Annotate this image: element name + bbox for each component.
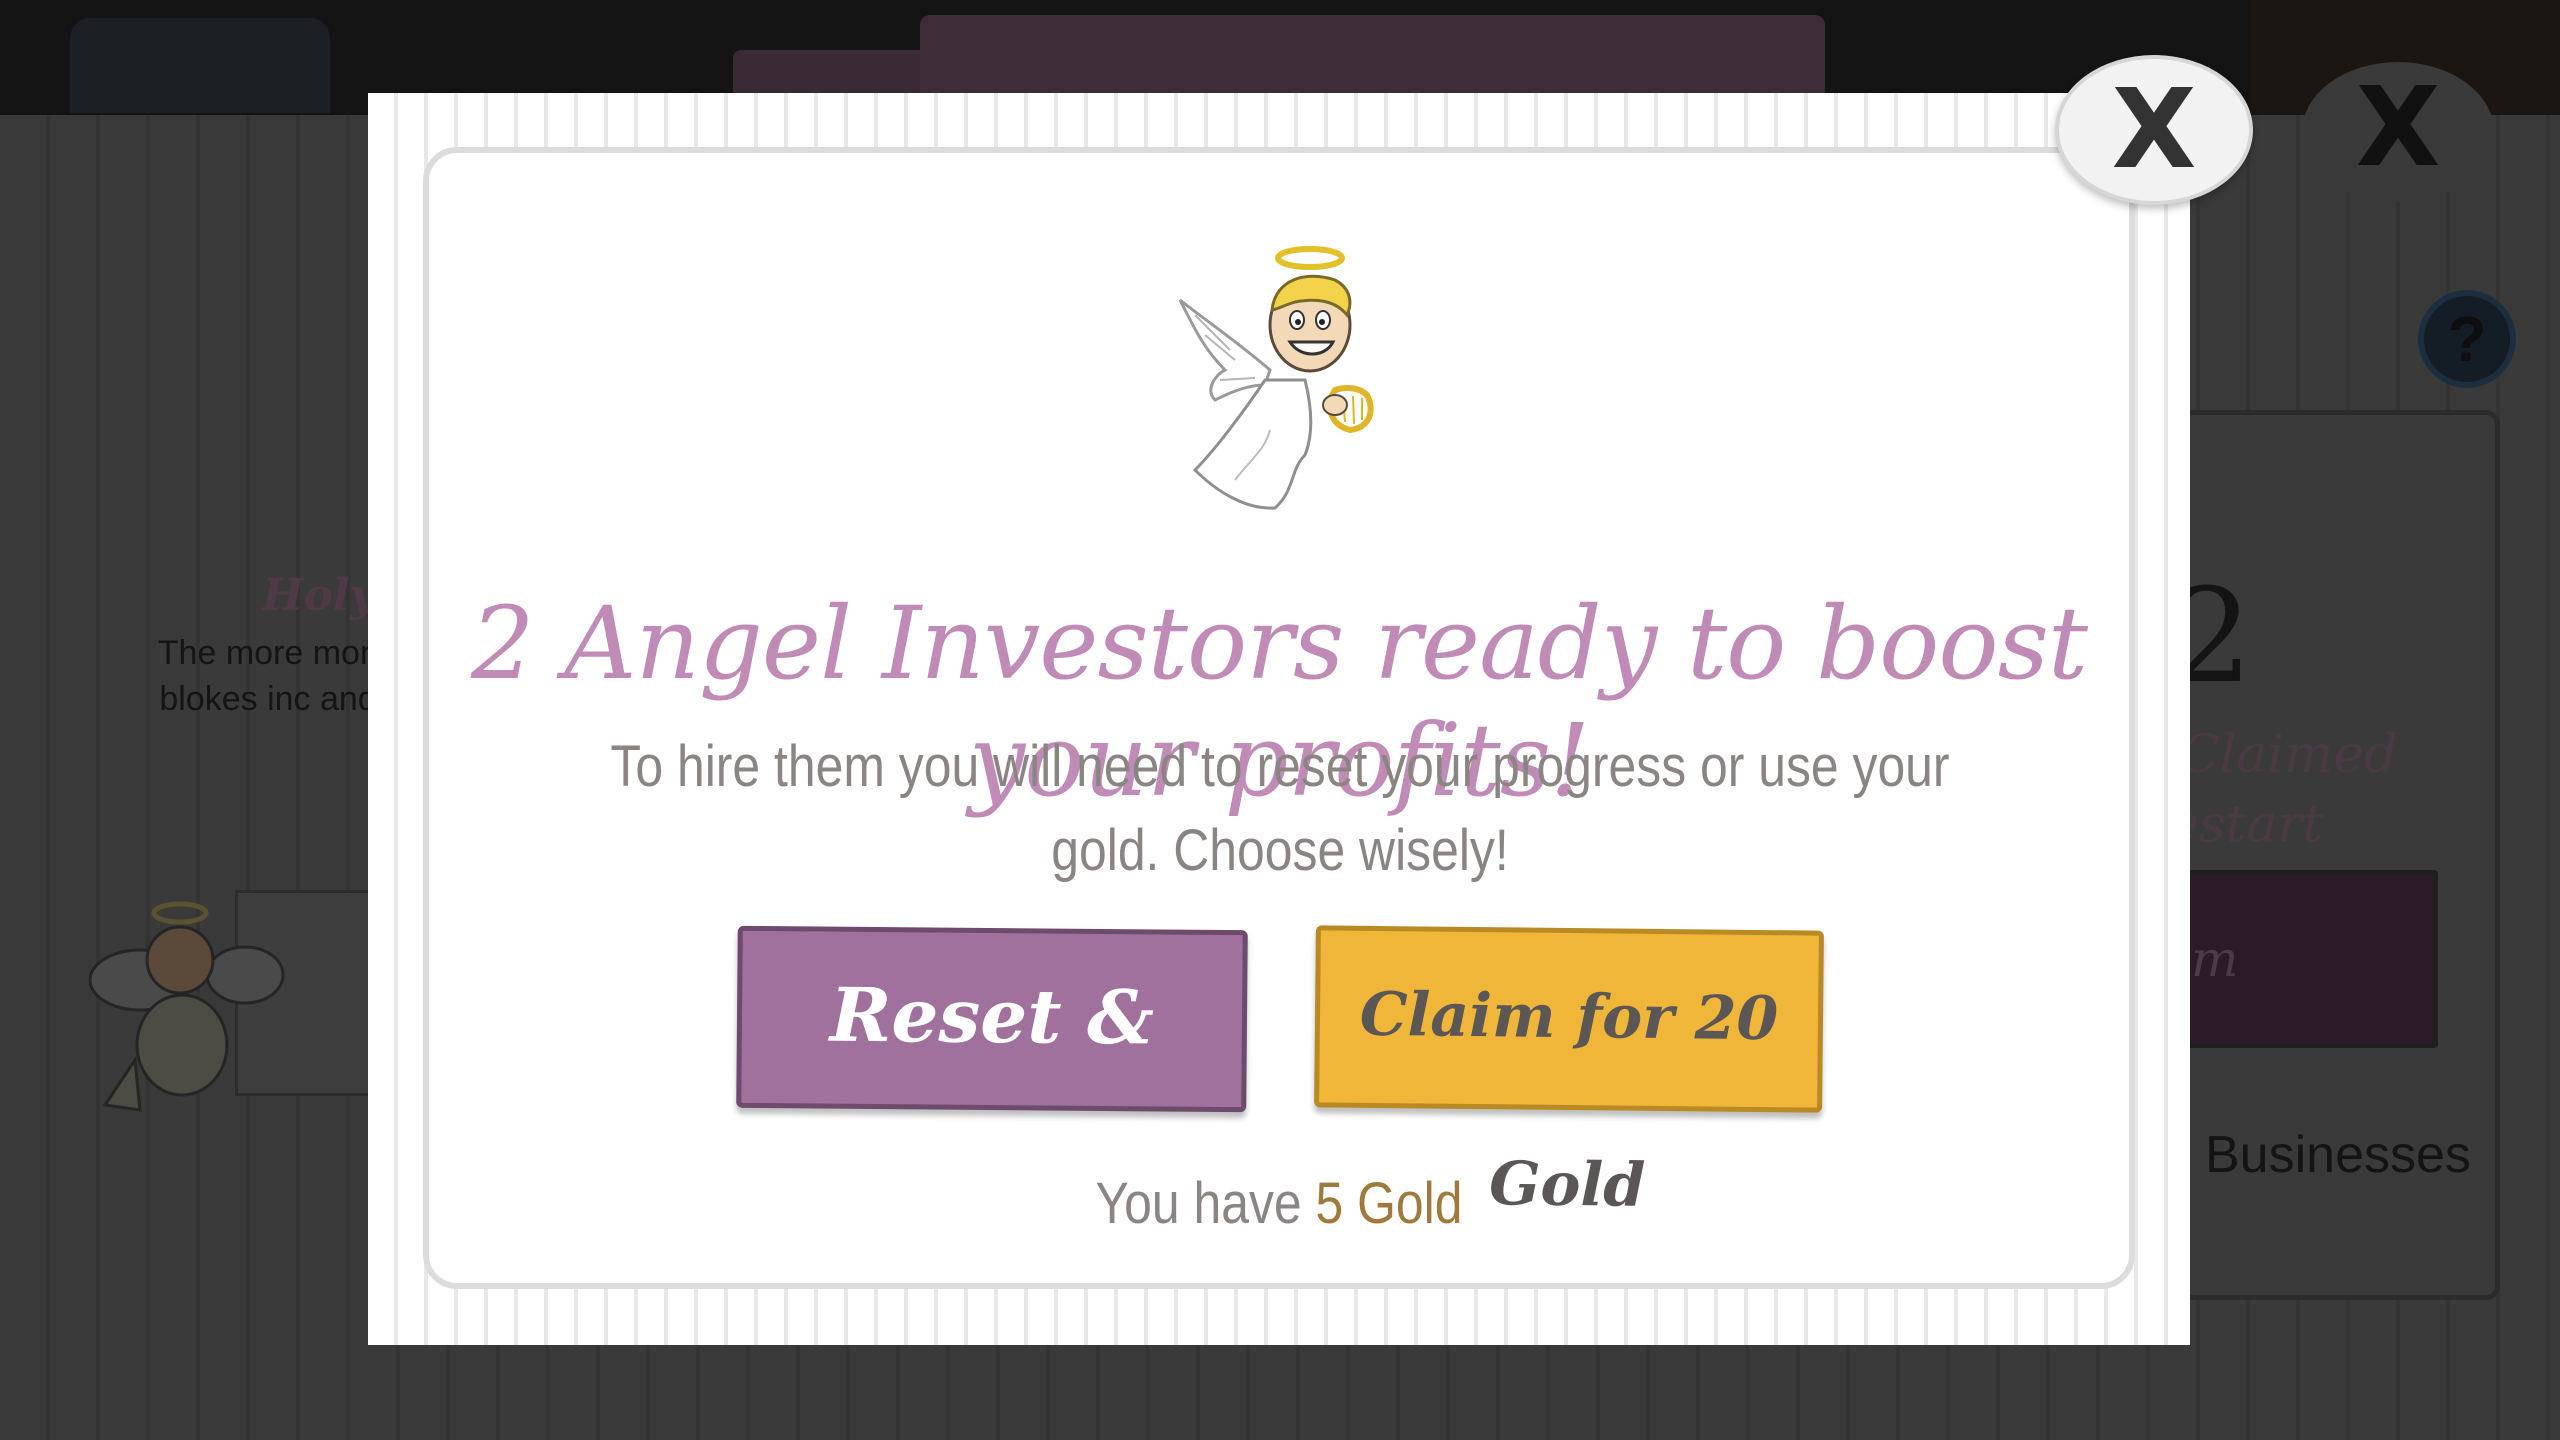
gold-balance: You have 5 Gold — [543, 1170, 2015, 1237]
gold-balance-label: You have — [1095, 1171, 1316, 1236]
reset-and-claim-button[interactable]: Reset & Claim — [736, 925, 1248, 1229]
game-screen: Holy The more mon These blokes inc and s… — [0, 0, 2560, 1440]
bg-holy-title: Holy — [262, 570, 376, 621]
angel-investor-icon — [1178, 246, 1374, 510]
gold-balance-amount: 5 Gold — [1315, 1171, 1463, 1236]
bg-close-icon: X — [2302, 62, 2494, 202]
cherub-icon — [88, 901, 285, 1112]
bg-businesses-label: Businesses — [2205, 1126, 2471, 1184]
close-icon: X — [2111, 65, 2197, 193]
dialog-subtitle: To hire them you will need to reset your… — [610, 734, 1950, 883]
bg-restart-label: estart — [2168, 795, 2324, 855]
bg-claimed-label: Claimed — [2180, 725, 2398, 785]
top-bar-left-widget — [70, 18, 330, 113]
help-icon[interactable]: ? — [2418, 290, 2516, 388]
claim-for-gold-button[interactable]: Claim for 20 Gold — [1314, 925, 1824, 1221]
close-dialog-button[interactable]: X — [2055, 55, 2253, 205]
